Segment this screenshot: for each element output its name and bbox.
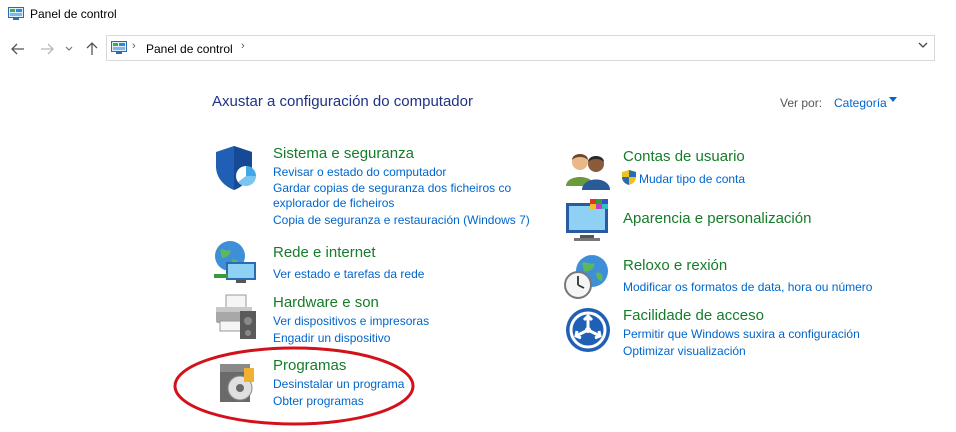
recent-locations-button[interactable] [62, 39, 76, 59]
control-panel-icon [111, 41, 127, 54]
title-bar: Panel de control [0, 0, 956, 30]
annotation-circle [173, 346, 415, 426]
up-button[interactable] [82, 39, 102, 59]
view-by-label: Ver por: [780, 96, 823, 110]
link-review-computer-status[interactable]: Revisar o estado do computador [273, 165, 446, 179]
link-backup-file-history[interactable]: Gardar copias de seguranza dos ficheiros… [273, 181, 511, 195]
clock-region-icon[interactable] [564, 253, 612, 301]
breadcrumb-separator-icon[interactable]: › [241, 40, 245, 52]
link-change-date-time-formats[interactable]: Modificar os formatos de data, hora ou n… [623, 280, 872, 294]
category-clock-region[interactable]: Reloxo e rexión [623, 257, 727, 274]
address-bar[interactable]: › Panel de control › [106, 35, 935, 61]
ease-of-access-icon[interactable] [564, 306, 612, 354]
uac-shield-icon [622, 170, 636, 185]
chevron-down-icon [65, 46, 73, 51]
link-view-devices-printers[interactable]: Ver dispositivos e impresoras [273, 314, 429, 328]
shield-security-icon[interactable] [212, 144, 260, 192]
category-appearance-personalization[interactable]: Aparencia e personalización [623, 210, 811, 227]
link-view-network-status[interactable]: Ver estado e tarefas da rede [273, 267, 424, 281]
link-backup-restore-win7[interactable]: Copia de seguranza e restauración (Windo… [273, 213, 530, 227]
forward-button[interactable] [37, 39, 57, 59]
forward-arrow-icon [41, 43, 54, 55]
user-accounts-icon[interactable] [564, 146, 612, 194]
back-button[interactable] [8, 39, 28, 59]
view-by-caret-icon[interactable] [889, 97, 897, 102]
link-add-device[interactable]: Engadir un dispositivo [273, 331, 390, 345]
category-ease-of-access[interactable]: Facilidade de acceso [623, 307, 764, 324]
appearance-monitor-icon[interactable] [564, 197, 612, 245]
link-let-windows-suggest-settings[interactable]: Permitir que Windows suxira a configurac… [623, 327, 860, 341]
control-panel-icon [8, 7, 24, 20]
link-change-account-type[interactable]: Mudar tipo de conta [639, 172, 745, 186]
view-by-dropdown[interactable]: Categoría [834, 96, 887, 110]
category-system-security[interactable]: Sistema e seguranza [273, 145, 414, 162]
printer-hardware-icon[interactable] [212, 293, 260, 341]
address-dropdown-button[interactable] [918, 40, 928, 52]
category-user-accounts[interactable]: Contas de usuario [623, 148, 745, 165]
category-hardware-sound[interactable]: Hardware e son [273, 294, 379, 311]
link-backup-file-history-cont[interactable]: explorador de ficheiros [273, 196, 394, 210]
up-arrow-icon [86, 42, 98, 55]
page-heading: Axustar a configuración do computador [212, 93, 473, 110]
breadcrumb-separator-icon[interactable]: › [132, 40, 136, 52]
category-network-internet[interactable]: Rede e internet [273, 244, 376, 261]
network-globe-icon[interactable] [212, 238, 260, 286]
back-arrow-icon [11, 43, 24, 55]
link-optimize-visual-display[interactable]: Optimizar visualización [623, 344, 746, 358]
breadcrumb-control-panel[interactable]: Panel de control [146, 42, 233, 56]
chevron-down-icon [918, 42, 928, 48]
window-title: Panel de control [30, 7, 117, 21]
